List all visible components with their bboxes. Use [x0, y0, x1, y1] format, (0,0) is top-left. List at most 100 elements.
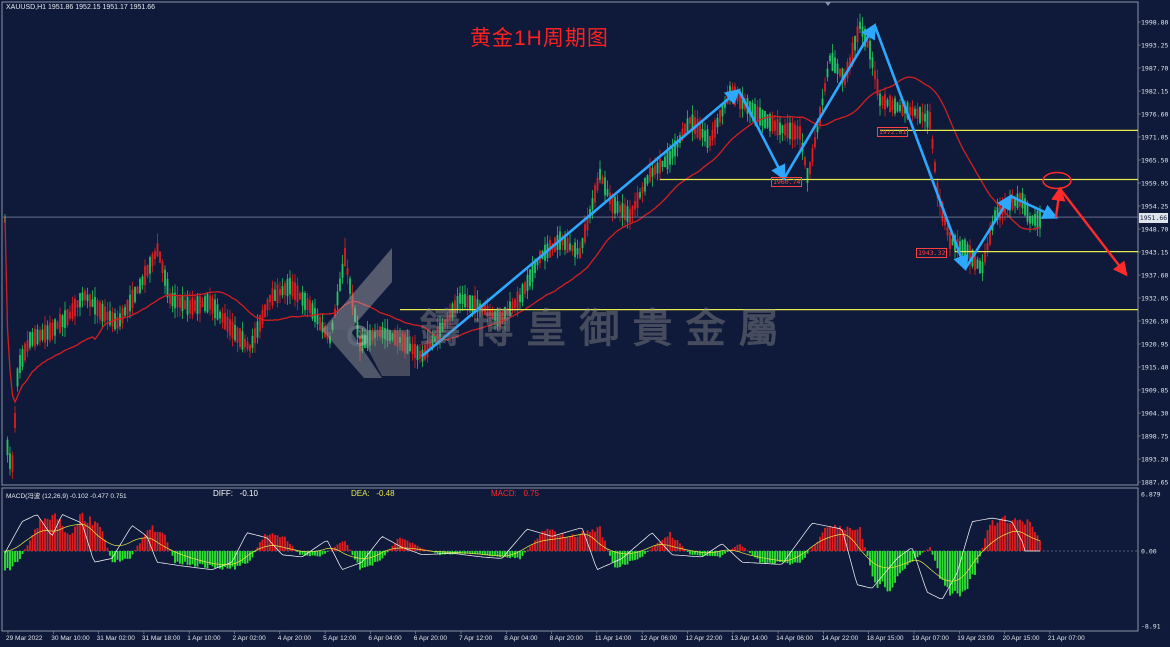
- macd-histogram-bar: [596, 527, 599, 551]
- candle-body: [119, 313, 121, 327]
- candle-body: [771, 117, 774, 132]
- candle-body: [861, 26, 864, 37]
- macd-histogram-bar: [559, 535, 561, 551]
- candle-body: [66, 309, 69, 326]
- candle-body: [869, 40, 871, 60]
- candle-body: [196, 296, 199, 315]
- macd-histogram-bar: [926, 549, 929, 551]
- price-axis-label: 1954.25: [1141, 203, 1168, 211]
- candle-body: [664, 156, 666, 168]
- candle-body: [976, 259, 979, 269]
- macd-histogram-bar: [711, 551, 714, 557]
- candle-body: [854, 36, 856, 51]
- candle-body: [179, 297, 181, 308]
- macd-histogram-bar: [564, 536, 566, 551]
- macd-histogram-bar: [349, 549, 351, 551]
- macd-histogram-bar: [921, 551, 924, 553]
- macd-histogram-bar: [96, 522, 99, 551]
- macd-histogram-bar: [899, 551, 901, 574]
- candle-body: [124, 307, 126, 316]
- candle-body: [871, 57, 874, 68]
- candle-body: [274, 289, 276, 301]
- candle-body: [214, 299, 216, 319]
- candle-body: [129, 294, 131, 312]
- macd-histogram-bar: [1016, 520, 1019, 551]
- macd-axis-label: -8.91: [1141, 623, 1161, 631]
- candle-body: [931, 138, 934, 149]
- candle-body: [634, 201, 636, 210]
- forecast-arrow-0: [1051, 186, 1066, 218]
- candle-body: [704, 130, 706, 142]
- macd-histogram-bar: [94, 521, 96, 551]
- macd-histogram-bar: [951, 551, 954, 594]
- macd-histogram-bar: [891, 551, 894, 588]
- candle-body: [271, 288, 274, 306]
- macd-histogram-bar: [296, 551, 299, 552]
- macd-histogram-bar: [651, 547, 654, 551]
- candle-body: [284, 283, 286, 296]
- candle-body: [86, 294, 89, 302]
- candle-body: [716, 117, 719, 128]
- candle-body: [269, 294, 271, 303]
- candle-body: [964, 239, 966, 259]
- candle-body: [244, 338, 246, 348]
- candle-body: [659, 158, 661, 174]
- candle-body: [986, 243, 989, 251]
- candle-body: [74, 298, 76, 317]
- candle-body: [614, 196, 616, 214]
- candle-body: [781, 125, 784, 134]
- macd-histogram-bar: [744, 548, 746, 551]
- time-axis-label: 21 Apr 07:00: [1048, 635, 1085, 642]
- macd-histogram-bar: [944, 551, 946, 586]
- macd-histogram-bar: [554, 531, 556, 551]
- macd-histogram-bar: [246, 551, 249, 564]
- candle-body: [1036, 210, 1039, 229]
- candle-body: [59, 313, 61, 333]
- macd-histogram-bar: [289, 543, 291, 551]
- macd-histogram-bar: [661, 539, 664, 551]
- macd-histogram-bar: [379, 551, 381, 561]
- candle-body: [984, 251, 986, 263]
- macd-histogram-bar: [151, 525, 154, 551]
- macd-histogram-bar: [919, 551, 921, 556]
- candle-body: [46, 325, 49, 340]
- candle-body: [44, 324, 46, 343]
- macd-histogram-bar: [76, 524, 79, 551]
- macd-histogram-bar: [79, 514, 81, 551]
- candle-body: [806, 168, 809, 184]
- macd-histogram-bar: [16, 551, 19, 562]
- macd-histogram-bar: [156, 531, 159, 551]
- macd-histogram-bar: [1024, 524, 1026, 551]
- macd-histogram-bar: [346, 544, 349, 551]
- macd-histogram-bar: [604, 540, 606, 551]
- macd-histogram-bar: [659, 541, 661, 551]
- candle-body: [266, 299, 269, 310]
- macd-histogram-bar: [669, 531, 671, 551]
- candle-body: [661, 161, 664, 167]
- candle-body: [164, 269, 166, 286]
- macd-histogram-bar: [941, 551, 944, 580]
- candle-body: [114, 313, 116, 330]
- candle-body: [836, 63, 839, 74]
- macd-histogram-bar: [644, 551, 646, 554]
- macd-histogram-bar: [261, 539, 264, 551]
- candle-body: [829, 55, 831, 62]
- candlestick-series: [4, 13, 1041, 479]
- macd-histogram-bar: [136, 545, 139, 551]
- candle-body: [644, 177, 646, 192]
- macd-axis-label: 0.00: [1141, 548, 1157, 556]
- macd-histogram-bar: [931, 551, 934, 555]
- macd-histogram-bar: [594, 531, 596, 551]
- macd-histogram-bar: [234, 551, 236, 570]
- candle-body: [564, 237, 566, 250]
- macd-histogram-bar: [934, 551, 936, 561]
- candle-body: [621, 203, 624, 218]
- macd-histogram-bar: [611, 551, 614, 563]
- macd-histogram-bar: [576, 536, 579, 551]
- candle-body: [181, 296, 184, 312]
- macd-histogram-bar: [1001, 517, 1004, 551]
- candle-body: [706, 129, 709, 148]
- candle-body: [804, 157, 806, 166]
- candle-body: [126, 299, 129, 315]
- candle-body: [316, 314, 319, 325]
